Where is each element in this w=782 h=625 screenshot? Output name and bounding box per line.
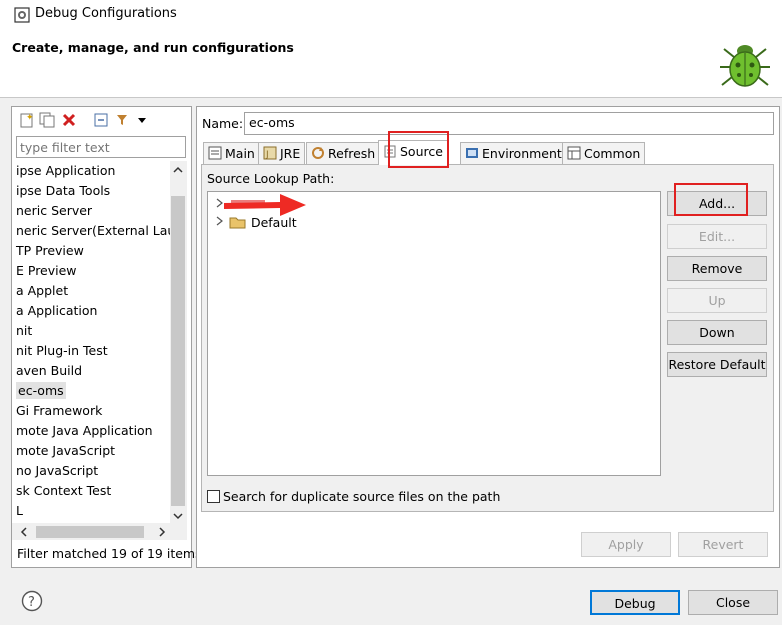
close-button[interactable]: Close <box>688 590 778 615</box>
apply-button[interactable]: Apply <box>581 532 671 557</box>
tree-item[interactable]: TP Preview <box>12 241 170 261</box>
tree-item[interactable]: mote JavaScript <box>12 441 170 461</box>
tree-item[interactable]: a Application <box>12 301 170 321</box>
refresh-tab-icon <box>311 146 325 160</box>
up-button[interactable]: Up <box>667 288 767 313</box>
duplicate-search-label: Search for duplicate source files on the… <box>223 489 501 504</box>
tree-item[interactable]: ipse Application <box>12 161 170 181</box>
chevron-right-icon[interactable] <box>156 526 168 541</box>
source-tab-highlight <box>388 131 449 168</box>
duplicate-search-checkbox[interactable] <box>207 490 220 503</box>
debug-button[interactable]: Debug <box>590 590 680 615</box>
tab-environment-label: Environment <box>482 146 562 161</box>
tree-item[interactable]: mote Java Application <box>12 421 170 441</box>
tab-refresh[interactable]: Refresh <box>306 142 381 164</box>
name-field[interactable]: ec-oms <box>244 112 774 135</box>
tab-main[interactable]: Main <box>203 142 260 164</box>
remove-button[interactable]: Remove <box>667 256 767 281</box>
tab-common[interactable]: Common <box>562 142 646 164</box>
main-tab-icon <box>208 146 222 160</box>
down-button[interactable]: Down <box>667 320 767 345</box>
tree-item[interactable]: aven Build <box>12 361 170 381</box>
tree-item-label: ec-oms <box>16 382 66 399</box>
tree-item[interactable]: neric Server <box>12 201 170 221</box>
chevron-right-icon[interactable] <box>215 215 225 230</box>
tree-item-selected[interactable]: ec-oms <box>12 381 170 401</box>
restore-default-button[interactable]: Restore Default <box>667 352 767 377</box>
tree-item[interactable]: neric Server(External Launc <box>12 221 170 241</box>
tree-item[interactable]: a Applet <box>12 281 170 301</box>
vertical-scroll-thumb[interactable] <box>171 196 185 506</box>
debug-app-icon <box>14 7 30 23</box>
tab-main-label: Main <box>225 146 255 161</box>
environment-tab-icon <box>465 146 479 160</box>
tab-environment[interactable]: Environment <box>460 142 567 164</box>
window-title: Debug Configurations <box>35 6 177 21</box>
new-configuration-icon[interactable]: ✦ <box>18 111 36 129</box>
add-button-highlight <box>674 183 748 216</box>
collapse-all-icon[interactable] <box>92 111 110 129</box>
tree-item-default[interactable]: Default <box>215 215 297 230</box>
duplicate-icon[interactable] <box>38 111 56 129</box>
tab-common-label: Common <box>584 146 641 161</box>
tree-item[interactable]: sk Context Test <box>12 481 170 501</box>
banner-title: Create, manage, and run configurations <box>12 40 294 55</box>
svg-text:?: ? <box>28 595 35 610</box>
tree-item[interactable]: Gi Framework <box>12 401 170 421</box>
delete-icon[interactable] <box>60 111 78 129</box>
tree-item[interactable]: no JavaScript <box>12 461 170 481</box>
filter-status: Filter matched 19 of 19 items <box>17 546 202 561</box>
chevron-down-icon[interactable] <box>136 111 154 129</box>
tab-jre-label: JRE <box>280 146 301 161</box>
filter-input[interactable] <box>16 136 186 158</box>
bug-icon <box>714 33 776 95</box>
configuration-tree[interactable]: ipse Application ipse Data Tools neric S… <box>12 161 170 521</box>
svg-text:✦: ✦ <box>26 113 34 123</box>
source-lookup-tree[interactable] <box>207 191 661 476</box>
tab-refresh-label: Refresh <box>328 146 376 161</box>
svg-text:J: J <box>265 150 269 160</box>
help-icon[interactable]: ? <box>21 590 43 612</box>
tree-item[interactable]: L <box>12 501 170 521</box>
tree-item[interactable]: nit Plug-in Test <box>12 341 170 361</box>
folder-icon <box>229 215 247 230</box>
tree-item[interactable]: E Preview <box>12 261 170 281</box>
tab-jre[interactable]: J JRE <box>258 142 306 164</box>
common-tab-icon <box>567 146 581 160</box>
edit-button[interactable]: Edit... <box>667 224 767 249</box>
chevron-left-icon[interactable] <box>18 526 30 541</box>
tree-item[interactable]: ipse Data Tools <box>12 181 170 201</box>
name-label: Name: <box>202 116 244 131</box>
tree-item-label: Default <box>250 215 297 230</box>
filter-icon[interactable] <box>114 111 132 129</box>
revert-button[interactable]: Revert <box>678 532 768 557</box>
source-lookup-label: Source Lookup Path: <box>207 171 335 186</box>
tree-item[interactable]: nit <box>12 321 170 341</box>
jre-tab-icon: J <box>263 146 277 160</box>
horizontal-scroll-thumb[interactable] <box>36 526 144 538</box>
chevron-up-icon[interactable] <box>172 164 184 179</box>
